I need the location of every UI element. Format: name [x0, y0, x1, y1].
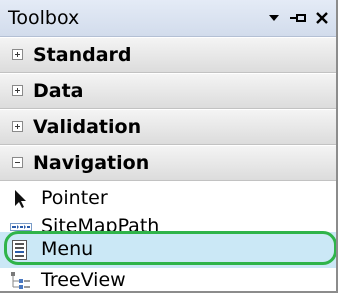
close-button[interactable] [310, 4, 334, 32]
menu-control-icon [12, 240, 27, 260]
chevron-down-icon [269, 15, 279, 21]
section-label: Standard [33, 44, 132, 66]
pointer-arrow-icon [15, 190, 26, 208]
close-icon [316, 12, 328, 24]
section-label: Data [33, 80, 84, 102]
collapse-minus-icon[interactable] [12, 157, 23, 168]
item-label: Pointer [41, 187, 108, 209]
auto-hide-pin-button[interactable] [286, 4, 310, 32]
toolbox-titlebar: Toolbox [0, 0, 336, 37]
expand-plus-icon[interactable] [12, 49, 23, 60]
toolbox-item-treeview[interactable]: TreeView [0, 263, 336, 291]
section-label: Navigation [33, 152, 150, 174]
treeview-icon [11, 272, 30, 289]
expand-plus-icon[interactable] [12, 121, 23, 132]
toolbox-section-validation[interactable]: Validation [0, 109, 336, 145]
item-label: Menu [41, 238, 94, 260]
pin-icon [290, 14, 306, 22]
section-label: Validation [33, 116, 142, 138]
toolbox-section-navigation[interactable]: Navigation [0, 145, 336, 181]
toolbox-section-data[interactable]: Data [0, 73, 336, 109]
toolbox-panel: Toolbox Standard Data Validation Navigat… [0, 0, 338, 293]
toolbox-title: Toolbox [8, 7, 80, 29]
expand-plus-icon[interactable] [12, 85, 23, 96]
toolbox-section-standard[interactable]: Standard [0, 37, 336, 73]
item-label: TreeView [41, 269, 126, 291]
window-position-dropdown-button[interactable] [262, 4, 286, 32]
